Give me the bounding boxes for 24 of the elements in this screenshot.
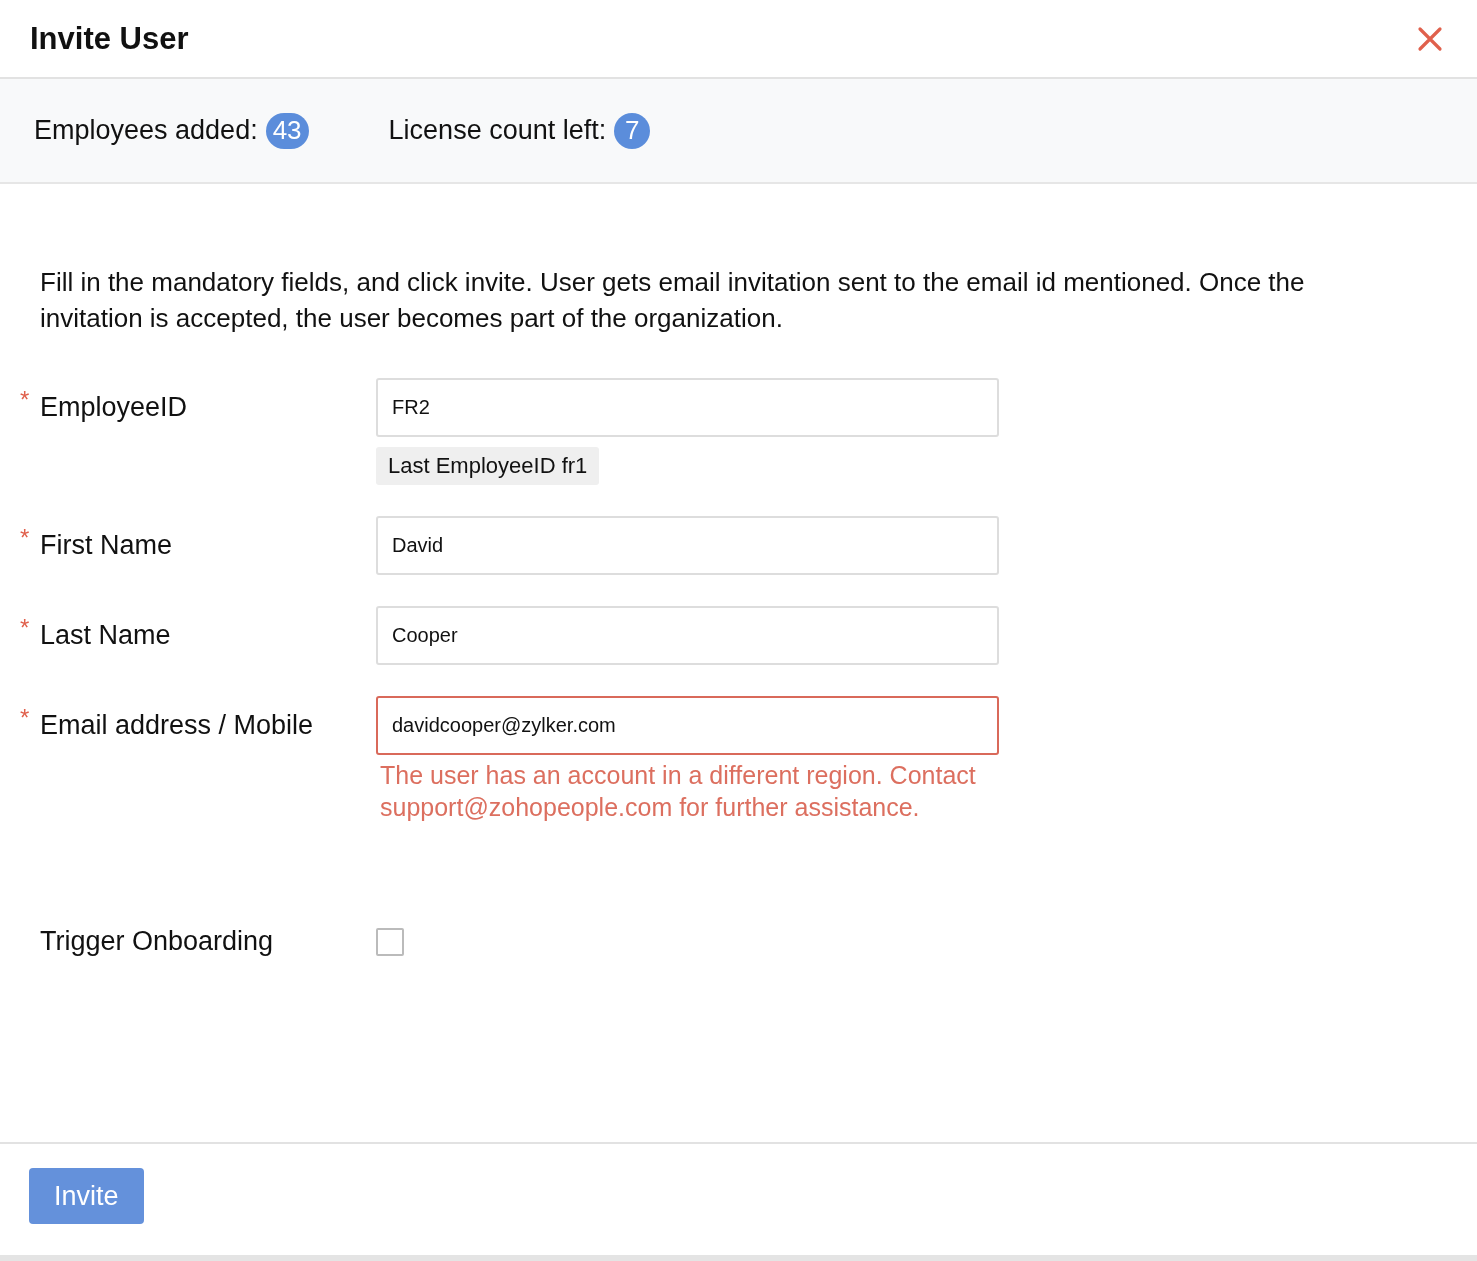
required-asterisk: * bbox=[20, 524, 30, 552]
error-message: The user has an account in a different region. Contact support@zohopeople.com for further assistance. bbox=[380, 760, 977, 823]
instructions-text: Fill in the mandatory fields, and click invite. User gets email invitation sent to the email id mentioned. Once the invitation is accepted, the user becomes part of the organization. bbox=[40, 266, 1306, 335]
stat-label: Employees added: bbox=[34, 115, 258, 146]
close-icon bbox=[1417, 25, 1443, 52]
text-field[interactable]: davidcooper@zylker.com bbox=[376, 696, 999, 755]
stat-label: License count left: bbox=[388, 115, 607, 146]
text-field[interactable]: Cooper bbox=[376, 606, 999, 665]
required-asterisk: * bbox=[20, 614, 30, 642]
field-label: EmployeeID bbox=[40, 392, 188, 422]
text-field[interactable]: FR2 bbox=[376, 378, 999, 437]
hint-label: Last EmployeeID fr1 bbox=[376, 447, 600, 485]
count-badge: 7 bbox=[614, 112, 651, 149]
dialog-title: Invite User bbox=[30, 20, 189, 57]
count-badge: 43 bbox=[265, 112, 309, 149]
field-label: Last Name bbox=[40, 620, 171, 650]
required-asterisk: * bbox=[20, 386, 30, 414]
field-label: Trigger Onboarding bbox=[40, 926, 274, 956]
field-label: Email address / Mobile bbox=[40, 710, 314, 740]
required-asterisk: * bbox=[20, 704, 30, 732]
close-button[interactable] bbox=[1417, 25, 1443, 52]
field-label: First Name bbox=[40, 530, 172, 560]
text-field[interactable]: David bbox=[376, 516, 999, 575]
checkbox[interactable] bbox=[376, 928, 404, 956]
